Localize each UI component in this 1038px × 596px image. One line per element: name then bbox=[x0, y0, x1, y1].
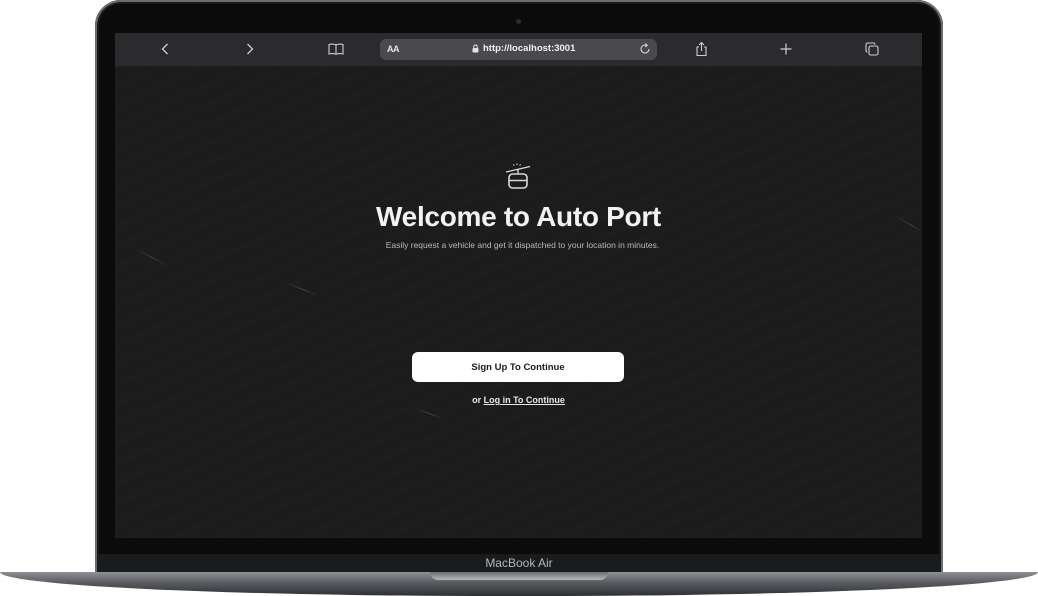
background-streak bbox=[287, 283, 319, 296]
login-prompt: or Log in To Continue bbox=[115, 395, 922, 405]
book-icon[interactable] bbox=[325, 39, 347, 59]
device-brand: MacBook Air bbox=[485, 556, 553, 570]
text-size-button[interactable]: AA bbox=[387, 44, 400, 54]
browser-toolbar: AA http://localhost:3001 bbox=[115, 33, 922, 67]
address-bar[interactable]: AA http://localhost:3001 bbox=[380, 39, 657, 60]
chevron-left-icon[interactable] bbox=[154, 39, 176, 59]
laptop-frame: AA http://localhost:3001 Welcome to Auto… bbox=[0, 0, 1038, 596]
page-subtitle: Easily request a vehicle and get it disp… bbox=[385, 240, 660, 250]
laptop-notch bbox=[430, 572, 608, 580]
share-icon[interactable] bbox=[690, 39, 712, 59]
reload-icon[interactable] bbox=[638, 42, 652, 61]
login-prefix: or bbox=[472, 395, 482, 405]
page-content: Welcome to Auto Port Easily request a ve… bbox=[115, 67, 922, 538]
url-display[interactable]: http://localhost:3001 bbox=[472, 43, 575, 54]
background-streak bbox=[136, 249, 168, 266]
tabs-icon[interactable] bbox=[861, 39, 883, 59]
page-title: Welcome to Auto Port bbox=[376, 201, 661, 232]
signup-button[interactable]: Sign Up To Continue bbox=[412, 352, 624, 382]
plus-icon[interactable] bbox=[775, 39, 797, 59]
lock-icon bbox=[472, 44, 479, 53]
chevron-right-icon[interactable] bbox=[239, 39, 261, 59]
browser-window: AA http://localhost:3001 Welcome to Auto… bbox=[115, 33, 922, 538]
camera-dot bbox=[516, 19, 521, 24]
cable-car-icon bbox=[503, 163, 533, 198]
login-link[interactable]: Log in To Continue bbox=[484, 395, 565, 405]
url-text: http://localhost:3001 bbox=[483, 43, 576, 54]
background-streak bbox=[413, 407, 445, 420]
